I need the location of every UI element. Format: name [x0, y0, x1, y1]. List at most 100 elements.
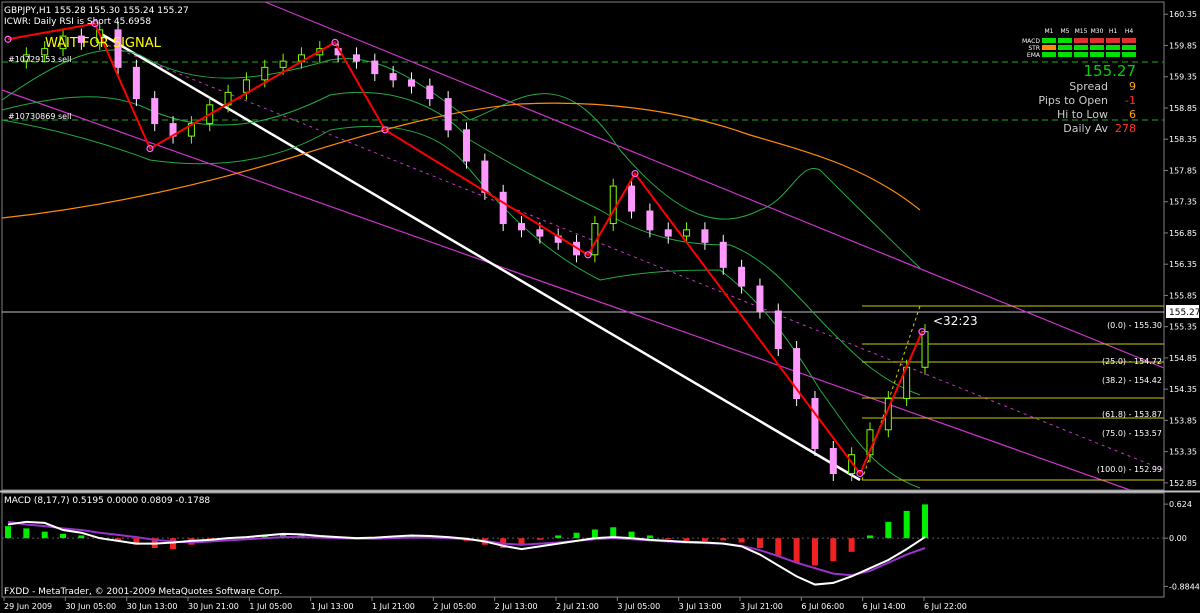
sell-label-1: #10729153 sell — [8, 55, 72, 64]
time-tick-label: 6 Jul 06:00 — [801, 602, 844, 611]
candle-body — [664, 229, 672, 237]
timeframe-header: M15 — [1075, 28, 1088, 35]
signal-cell — [1106, 45, 1120, 50]
signal-cell — [1058, 45, 1072, 50]
time-tick-label: 2 Jul 13:00 — [495, 602, 538, 611]
stat-row-hilo: Hi to Low 6 — [1022, 108, 1136, 122]
candle-body — [646, 210, 654, 231]
stat-value: 6 — [1129, 108, 1136, 121]
candle-body — [481, 160, 489, 193]
signal-row-label: MACD — [1022, 38, 1040, 45]
time-tick-label: 1 Jul 21:00 — [372, 602, 415, 611]
signal-cell — [1042, 38, 1056, 43]
timeframe-header: M1 — [1045, 28, 1054, 35]
macd-main-line — [7, 520, 926, 586]
price-tick-label: 156.85 — [1169, 229, 1197, 238]
candle-body — [628, 185, 636, 212]
candle-body — [371, 60, 379, 75]
sell-label-2: #10730869 sell — [8, 112, 72, 121]
macd-histogram-bar — [665, 538, 672, 540]
stat-row-pips: Pips to Open -1 — [1022, 94, 1136, 108]
time-tick-label: 29 Jun 2009 — [4, 602, 52, 611]
fib-level-label: (25.0) - 154.72 — [1102, 357, 1162, 366]
info-price: 155.27 — [1083, 62, 1137, 80]
price-tick-label: 155.35 — [1169, 323, 1197, 332]
signal-cell — [1090, 38, 1104, 43]
price-tick-label: 153.85 — [1169, 416, 1197, 425]
time-tick-label: 30 Jun 13:00 — [127, 602, 178, 611]
signal-cell — [1106, 52, 1120, 57]
macd-tick-label: 0.624 — [1169, 500, 1192, 509]
chart-stage: 0.624 0.00 -0.8844 160.35 159.85 159.35 158.8… — [0, 1, 1200, 611]
time-tick-label: 2 Jul 21:00 — [556, 602, 599, 611]
time-tick-label: 6 Jul 14:00 — [863, 602, 906, 611]
indicator-line: ICWR: Daily RSI is Short 45.6958 — [4, 17, 151, 27]
fib-level-label: (61.8) - 153.87 — [1102, 410, 1162, 419]
candle-body — [444, 98, 452, 131]
candle-body — [738, 266, 746, 287]
candle-body — [407, 79, 415, 87]
macd-histogram-bar — [78, 535, 85, 539]
candle-body — [921, 331, 929, 368]
signal-cell — [1074, 45, 1088, 50]
candle-body — [518, 223, 526, 231]
signal-cell — [1058, 38, 1072, 43]
macd-histogram-bar — [775, 538, 782, 556]
time-tick-label: 30 Jun 21:00 — [188, 602, 239, 611]
band-middle — [1, 91, 921, 396]
time-tick-label: 1 Jul 13:00 — [311, 602, 354, 611]
signal-cell — [1106, 38, 1120, 43]
candle-body — [499, 191, 507, 225]
signal-cell — [1074, 52, 1088, 57]
price-tick-label: 160.35 — [1169, 10, 1197, 19]
signal-cell — [1122, 38, 1136, 43]
macd-histogram-bar — [23, 528, 30, 539]
candle-body — [352, 54, 360, 62]
time-tick-label: 2 Jul 05:00 — [433, 602, 476, 611]
macd-label: MACD (8,17,7) 0.5195 0.0000 0.0809 -0.17… — [4, 496, 210, 506]
time-tick-label: 6 Jul 22:00 — [924, 602, 967, 611]
candles-layer — [22, 22, 929, 482]
macd-histogram-bar — [866, 535, 873, 539]
time-tick-label: 30 Jun 05:00 — [65, 602, 116, 611]
candle-body — [279, 60, 287, 68]
macd-histogram-bar — [830, 538, 837, 562]
signal-cell — [1122, 45, 1136, 50]
price-tick-label: 155.85 — [1169, 291, 1197, 300]
macd-tick-label: -0.8844 — [1169, 582, 1200, 591]
timeframe-header: H1 — [1109, 28, 1118, 35]
macd-histogram-bar — [756, 538, 763, 548]
candle-body — [463, 129, 470, 162]
price-tick-label: 154.85 — [1169, 354, 1197, 363]
channel-middle — [94, 39, 1165, 471]
signal-text: WAIT FOR SIGNAL — [45, 36, 162, 51]
signal-cell — [1042, 52, 1056, 57]
candle-body — [829, 448, 837, 475]
price-tick-label: 159.35 — [1169, 73, 1197, 82]
signal-cell — [1042, 45, 1056, 50]
stat-value: -1 — [1125, 94, 1136, 107]
info-panel: 155.27 Spread 9 Pips to Open -1 Hi to Lo… — [1022, 62, 1136, 136]
macd-histogram-bar — [646, 535, 653, 539]
signal-cell — [1090, 45, 1104, 50]
axes-layer: 160.35 159.85 159.35 158.85 158.35 157.85 157.… — [3, 10, 1197, 611]
price-tick-label: 153.35 — [1169, 448, 1197, 457]
macd-pane-frame — [1, 492, 1165, 598]
stat-label: Spread — [1069, 80, 1108, 93]
signal-matrix: M1 M5 M15 M30 H1 H4 MACDSTREMA — [1022, 28, 1136, 59]
macd-histogram-bar — [536, 538, 543, 540]
stat-value: 9 — [1129, 80, 1136, 93]
macd-histogram-bar — [555, 535, 562, 539]
stat-value: 278 — [1115, 122, 1136, 135]
price-pane-frame — [1, 1, 1165, 491]
candle-body — [609, 185, 617, 225]
price-tick-label: 154.35 — [1169, 385, 1197, 394]
price-tick-label: 156.35 — [1169, 260, 1197, 269]
candle-body — [683, 229, 691, 237]
timeframe-header: M30 — [1091, 28, 1104, 35]
channel-lower — [1, 89, 1131, 491]
candle-body — [151, 98, 159, 125]
macd-tick-label: 0.00 — [1169, 534, 1187, 543]
band-lower — [1, 119, 921, 489]
candle-body — [774, 310, 782, 350]
